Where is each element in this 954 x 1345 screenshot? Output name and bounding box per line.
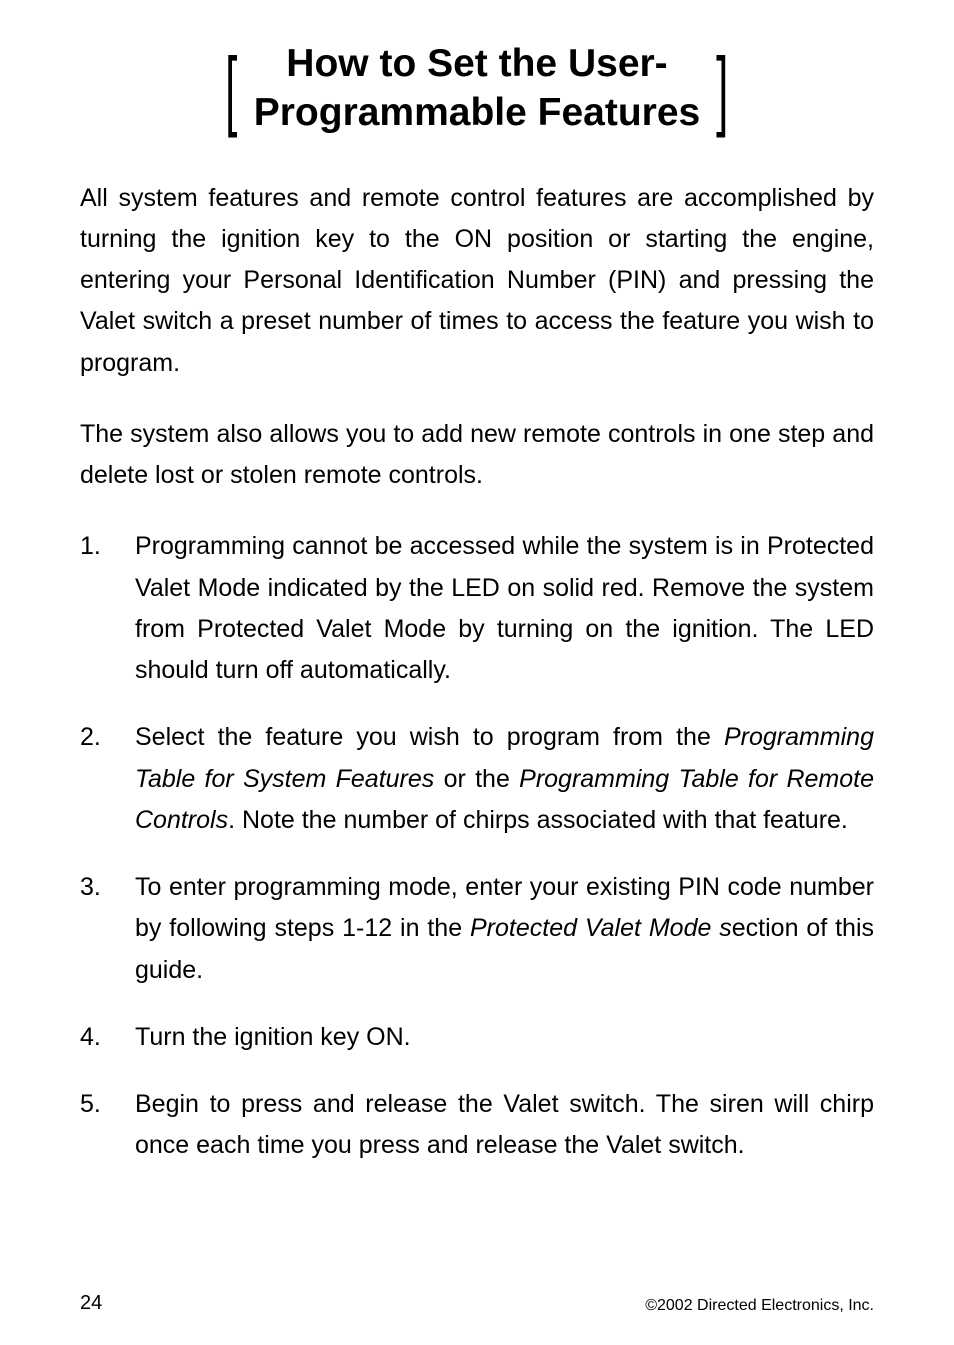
list-item: 4. Turn the ignition key ON. xyxy=(80,1017,874,1058)
list-body: Select the feature you wish to program f… xyxy=(135,717,874,841)
list-number: 1. xyxy=(80,526,135,691)
list-body: Begin to press and release the Valet swi… xyxy=(135,1084,874,1167)
list-body: Programming cannot be accessed while the… xyxy=(135,526,874,691)
list-number: 5. xyxy=(80,1084,135,1167)
left-bracket-icon: [ xyxy=(225,45,237,133)
page-number: 24 xyxy=(80,1292,102,1315)
list-item: 3. To enter programming mode, enter your… xyxy=(80,867,874,991)
intro-paragraph-2: The system also allows you to add new re… xyxy=(80,414,874,497)
italic-text: s xyxy=(719,914,732,942)
page-title-wrap: [ How to Set the User- Programmable Feat… xyxy=(80,40,874,138)
list-body: Turn the ignition key ON. xyxy=(135,1017,874,1058)
instruction-list: 1. Programming cannot be accessed while … xyxy=(80,526,874,1192)
right-bracket-icon: ] xyxy=(716,45,728,133)
page-footer: 24 ©2002 Directed Electronics, Inc. xyxy=(80,1292,874,1315)
list-item: 2. Select the feature you wish to progra… xyxy=(80,717,874,841)
text-part: Select the feature you wish to program f… xyxy=(135,723,724,751)
list-number: 3. xyxy=(80,867,135,991)
intro-paragraph-1: All system features and remote control f… xyxy=(80,178,874,384)
list-number: 2. xyxy=(80,717,135,841)
title-line-2: Programmable Features xyxy=(254,91,701,134)
title-line-1: How to Set the User- xyxy=(286,42,667,85)
list-item: 5. Begin to press and release the Valet … xyxy=(80,1084,874,1167)
text-part: . Note the number of chirps associated w… xyxy=(228,806,848,834)
list-number: 4. xyxy=(80,1017,135,1058)
page-title: How to Set the User- Programmable Featur… xyxy=(244,40,711,138)
list-body: To enter programming mode, enter your ex… xyxy=(135,867,874,991)
italic-text: Protected Valet Mode xyxy=(470,914,719,942)
text-part: or the xyxy=(434,765,519,793)
copyright-text: ©2002 Directed Electronics, Inc. xyxy=(645,1297,874,1315)
list-item: 1. Programming cannot be accessed while … xyxy=(80,526,874,691)
